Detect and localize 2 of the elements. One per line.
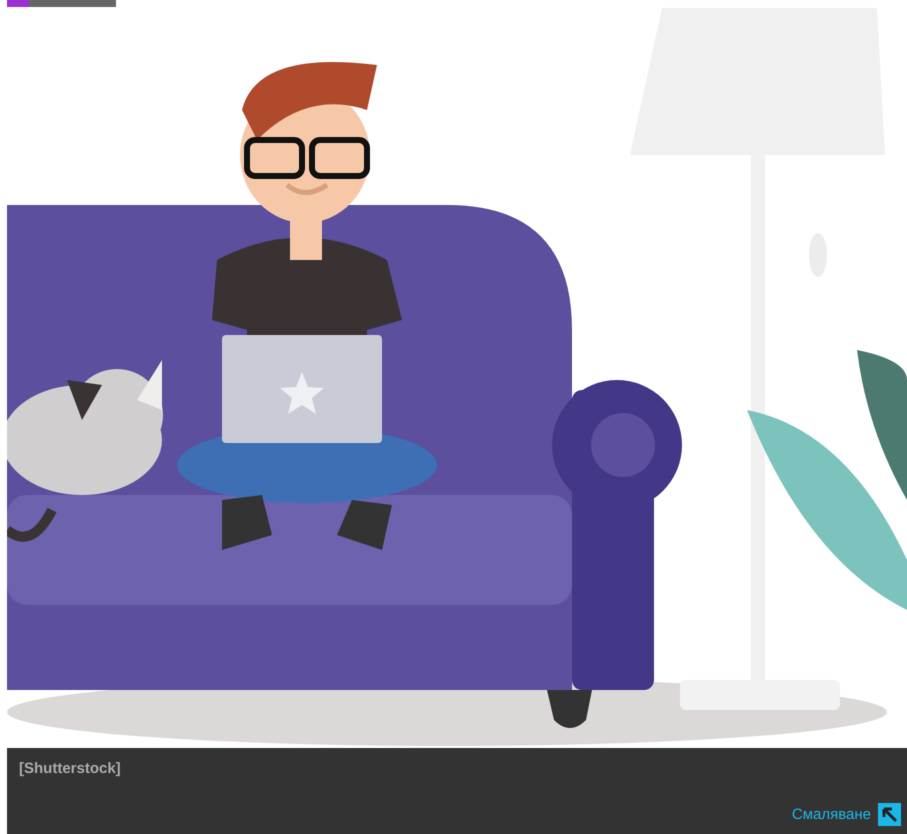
image-credit: [Shutterstock] <box>19 760 121 777</box>
shrink-link[interactable]: Смаляване <box>792 803 901 826</box>
